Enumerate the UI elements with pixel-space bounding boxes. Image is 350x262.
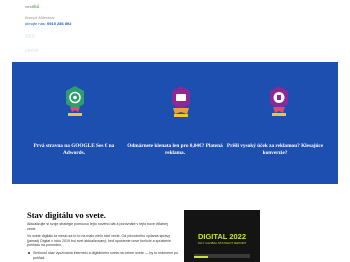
list-item: Smilnosť stav využívania internetu a dig… xyxy=(33,251,178,260)
section-paragraph: Vo svete digitálu ta nieslo sa to to na … xyxy=(27,234,172,248)
promo-subtitle: JULY GLOBAL STATSHOT REPORT xyxy=(197,241,247,245)
logo-prefix: mes xyxy=(25,5,32,9)
hero-card-caption: Odmárnete klenata len pro 0,04€? Platená… xyxy=(127,143,223,156)
social-media-badge-icon xyxy=(172,86,190,117)
site-header: messká Bartsík Milestnal obrujte nás: 09… xyxy=(0,0,350,62)
hero-card-caption: Prišli vysoký úček za reklamou? Klesajúc… xyxy=(226,143,324,156)
logo-name: ská xyxy=(31,4,40,9)
report-promo-image[interactable]: DIGITAL 2022 JULY GLOBAL STATSHOT REPORT xyxy=(184,210,260,262)
site-logo[interactable]: messká xyxy=(25,4,39,9)
menu-item-1[interactable]: SKÁ xyxy=(25,34,35,40)
section-title: Stav digitálu vo svete. xyxy=(27,210,106,220)
phone-number[interactable]: 0910 286 892 xyxy=(47,21,71,26)
promo-bar-accent xyxy=(194,256,208,258)
header-phone[interactable]: obrujte nás: 0910 286 892 xyxy=(25,21,72,26)
header-subtitle: Bartsík Milestnal xyxy=(25,15,55,20)
section-paragraph: Aktualizujte si svoje stratégie pomocou … xyxy=(27,222,168,231)
promo-title: DIGITAL 2022 xyxy=(197,232,247,241)
bullet-icon xyxy=(28,252,30,254)
analytics-badge-icon xyxy=(270,86,288,116)
hero-card-caption: Prvá stravna na GOOGLE Ses € na Adwords. xyxy=(33,143,115,156)
phone-label: obrujte nás: xyxy=(25,21,46,26)
google-ads-badge-icon xyxy=(66,86,84,116)
hero-banner: Prvá stravna na GOOGLE Ses € na Adwords.… xyxy=(12,62,338,184)
menu-item-2[interactable]: portok xyxy=(25,48,39,54)
content-section: Stav digitálu vo svete. Aktualizujte si … xyxy=(0,184,350,262)
